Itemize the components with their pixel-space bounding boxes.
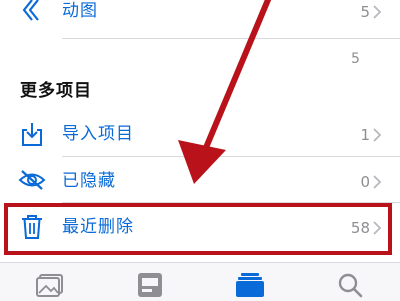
hidden-count: 0 [360,173,370,191]
animated-count: 5 [360,3,370,21]
chevron-right-icon [372,4,382,20]
separator [62,156,400,157]
import-label: 导入项目 [62,124,134,144]
section-title-more-items: 更多项目 [20,81,92,101]
chevron-right-icon [372,127,382,143]
list-item-hidden[interactable]: 已隐藏 0 [0,168,400,196]
hidden-eye-icon [18,166,46,194]
animated-label: 动图 [62,1,98,21]
import-icon [18,120,46,148]
animated-icon [18,0,46,24]
list-item-import[interactable]: 导入项目 1 [0,122,400,150]
search-tab-icon[interactable] [335,272,365,298]
tab-bar [0,262,400,301]
albums-tab-icon[interactable] [235,272,265,298]
hidden-label: 已隐藏 [62,171,116,191]
chevron-right-icon [372,174,382,190]
photos-tab-icon[interactable] [35,272,65,298]
import-count: 1 [360,126,370,144]
list-item-animated[interactable]: 动图 5 [0,0,400,26]
for-you-tab-icon[interactable] [135,272,165,298]
annotation-arrow [178,0,272,184]
separator [62,38,400,39]
faint-count: 5 [351,51,360,67]
annotation-highlight-box [4,203,392,255]
